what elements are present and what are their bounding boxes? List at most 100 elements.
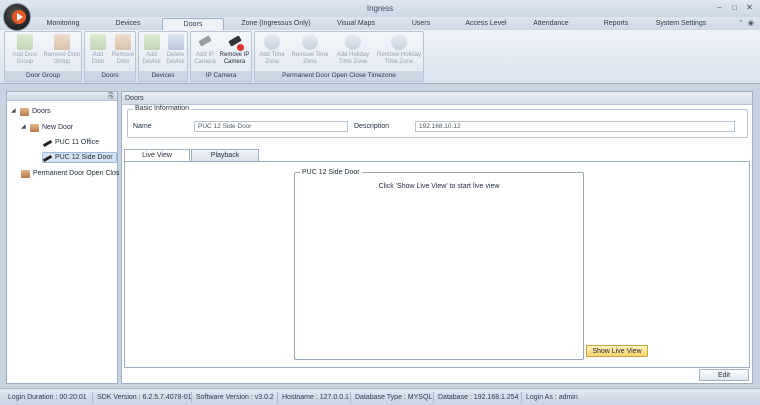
- video-frame: PUC 12 Side Door Click 'Show Live View' …: [294, 169, 584, 360]
- status-login-as: Login As : admin: [526, 394, 578, 401]
- name-field[interactable]: PUC 12 Side Door: [194, 121, 348, 132]
- remove-door-button[interactable]: Remove Door: [110, 34, 136, 66]
- add-holiday-time-zone-button[interactable]: Add Holiday Time Zone: [332, 34, 374, 66]
- ribbon-group-ip-camera: Add IP Camera Remove IP Camera IP Camera: [190, 31, 252, 82]
- add-device-button[interactable]: Add Device: [139, 34, 164, 66]
- door-detail-panel: Doors Basic Information Name PUC 12 Side…: [121, 91, 753, 384]
- close-icon[interactable]: ✕: [743, 2, 756, 13]
- door-icon: [21, 169, 30, 178]
- show-live-view-button[interactable]: Show Live View: [586, 345, 648, 357]
- add-ip-camera-button[interactable]: Add IP Camera: [192, 34, 218, 66]
- status-divider: [277, 392, 278, 403]
- add-holiday-icon: [345, 34, 361, 50]
- add-ip-camera-icon: [197, 34, 213, 50]
- status-divider: [92, 392, 93, 403]
- door-folder-icon: [20, 107, 29, 116]
- status-bar: Login Duration : 00:20:01 SDK Version : …: [0, 388, 760, 405]
- tab-devices[interactable]: Devices: [98, 18, 158, 30]
- maximize-icon[interactable]: □: [728, 2, 741, 13]
- tree-item-puc-12-side-door[interactable]: PUC 12 Side Door: [42, 152, 117, 163]
- pin-icon[interactable]: ⎘: [108, 92, 114, 101]
- tree-item-new-door[interactable]: ◢ New Door: [21, 122, 73, 133]
- tab-monitoring[interactable]: Monitoring: [33, 18, 93, 30]
- description-label: Description: [354, 123, 390, 130]
- help-icon[interactable]: ◉: [748, 17, 754, 30]
- app-menu-button[interactable]: [3, 3, 31, 31]
- tab-zone[interactable]: Zone (Ingressus Only): [232, 18, 320, 30]
- ribbon-group-label: Devices: [139, 71, 187, 81]
- add-time-zone-icon: [264, 34, 280, 50]
- ribbon-group-timezone: Add Time Zone Remove Time Zone Add Holiday…: [254, 31, 424, 82]
- window-title: Ingress: [366, 4, 394, 13]
- video-message: Click 'Show Live View' to start live vie…: [378, 183, 500, 190]
- tab-attendance[interactable]: Attendance: [522, 18, 580, 30]
- status-database-type: Database Type : MYSQL: [355, 394, 433, 401]
- camera-icon: [43, 139, 52, 147]
- name-label: Name: [133, 123, 152, 130]
- window-controls: – □ ✕: [713, 2, 756, 13]
- collapse-icon[interactable]: ◢: [21, 122, 27, 133]
- ribbon-group-label: Door Group: [5, 71, 81, 81]
- remove-ip-camera-button[interactable]: Remove IP Camera: [217, 34, 252, 66]
- status-divider: [350, 392, 351, 403]
- title-bar: Ingress – □ ✕: [0, 0, 760, 17]
- remove-time-zone-button[interactable]: Remove Time Zone: [288, 34, 332, 66]
- video-title: PUC 12 Side Door: [300, 169, 362, 176]
- remove-door-group-button[interactable]: Remove Door Group: [43, 34, 81, 66]
- play-logo-icon: [12, 10, 26, 24]
- remove-ip-camera-icon: [227, 34, 244, 51]
- ribbon-group-doors: Add Door Remove Door Doors: [84, 31, 136, 82]
- minimize-ribbon-icon[interactable]: ⌃: [738, 17, 744, 30]
- tree-item-permanent-door[interactable]: Permanent Door Open Clos: [21, 168, 119, 179]
- live-view-area: PUC 12 Side Door Click 'Show Live View' …: [124, 161, 750, 368]
- ribbon-group-label: Doors: [85, 71, 135, 81]
- tab-playback[interactable]: Playback: [191, 149, 259, 161]
- tree-item-puc-11-office[interactable]: PUC 11 Office: [43, 137, 99, 148]
- status-divider: [521, 392, 522, 403]
- remove-holiday-icon: [391, 34, 407, 50]
- ribbon-group-label: Permanent Door Open Close Timezone: [255, 71, 423, 81]
- status-software-version: Software Version : v3.0.2: [196, 394, 274, 401]
- description-field[interactable]: 192.168.10.12: [415, 121, 735, 132]
- tab-visual-maps[interactable]: Visual Maps: [326, 18, 386, 30]
- basic-information-legend: Basic Information: [133, 105, 192, 112]
- add-door-icon: [90, 34, 106, 50]
- minimize-icon[interactable]: –: [713, 2, 726, 13]
- tab-reports[interactable]: Reports: [586, 18, 646, 30]
- edit-button[interactable]: Edit: [699, 369, 749, 381]
- camera-icon: [43, 154, 52, 162]
- remove-holiday-time-zone-button[interactable]: Remove Holiday Time Zone: [374, 34, 424, 66]
- add-door-button[interactable]: Add Door: [86, 34, 110, 66]
- delete-device-button[interactable]: Delete Device: [163, 34, 188, 66]
- add-time-zone-button[interactable]: Add Time Zone: [256, 34, 288, 66]
- ribbon-tabs: Monitoring Devices Doors Zone (Ingressus…: [0, 17, 760, 30]
- tab-access-level[interactable]: Access Level: [456, 18, 516, 30]
- tree-item-doors[interactable]: ◢ Doors: [11, 106, 51, 117]
- add-door-group-icon: [17, 34, 33, 50]
- add-device-icon: [143, 34, 160, 50]
- status-database: Database : 192.168.1.254: [438, 394, 519, 401]
- status-hostname: Hostname : 127.0.0.1: [282, 394, 349, 401]
- ribbon-group-devices: Add Device Delete Device Devices: [138, 31, 188, 82]
- add-door-group-button[interactable]: Add Door Group: [7, 34, 43, 66]
- panel-title: Doors: [122, 92, 752, 105]
- door-tree-panel: ⎘ ◢ Doors ◢ New Door PUC 11 Office PUC 12 …: [6, 91, 119, 384]
- ribbon-quick-icons: ⌃ ◉: [738, 17, 754, 30]
- ribbon-group-door-group: Add Door Group Remove Door Group Door Grou…: [4, 31, 82, 82]
- tab-system-settings[interactable]: System Settings: [652, 18, 710, 30]
- remove-time-zone-icon: [302, 34, 318, 50]
- tab-doors[interactable]: Doors: [162, 18, 224, 30]
- collapse-icon[interactable]: ◢: [11, 106, 17, 117]
- delete-device-icon: [167, 34, 184, 50]
- remove-door-icon: [115, 34, 131, 50]
- remove-door-group-icon: [54, 34, 70, 50]
- status-divider: [433, 392, 434, 403]
- tree-panel-header: ⎘: [7, 92, 117, 101]
- ribbon-group-label: IP Camera: [191, 71, 251, 81]
- basic-information-group: Basic Information Name PUC 12 Side Door …: [127, 105, 748, 138]
- status-login-duration: Login Duration : 00:20:01: [8, 394, 87, 401]
- status-sdk-version: SDK Version : 6.2.5.7.4078-01: [97, 394, 192, 401]
- door-icon: [30, 123, 39, 132]
- tab-users[interactable]: Users: [392, 18, 450, 30]
- status-divider: [191, 392, 192, 403]
